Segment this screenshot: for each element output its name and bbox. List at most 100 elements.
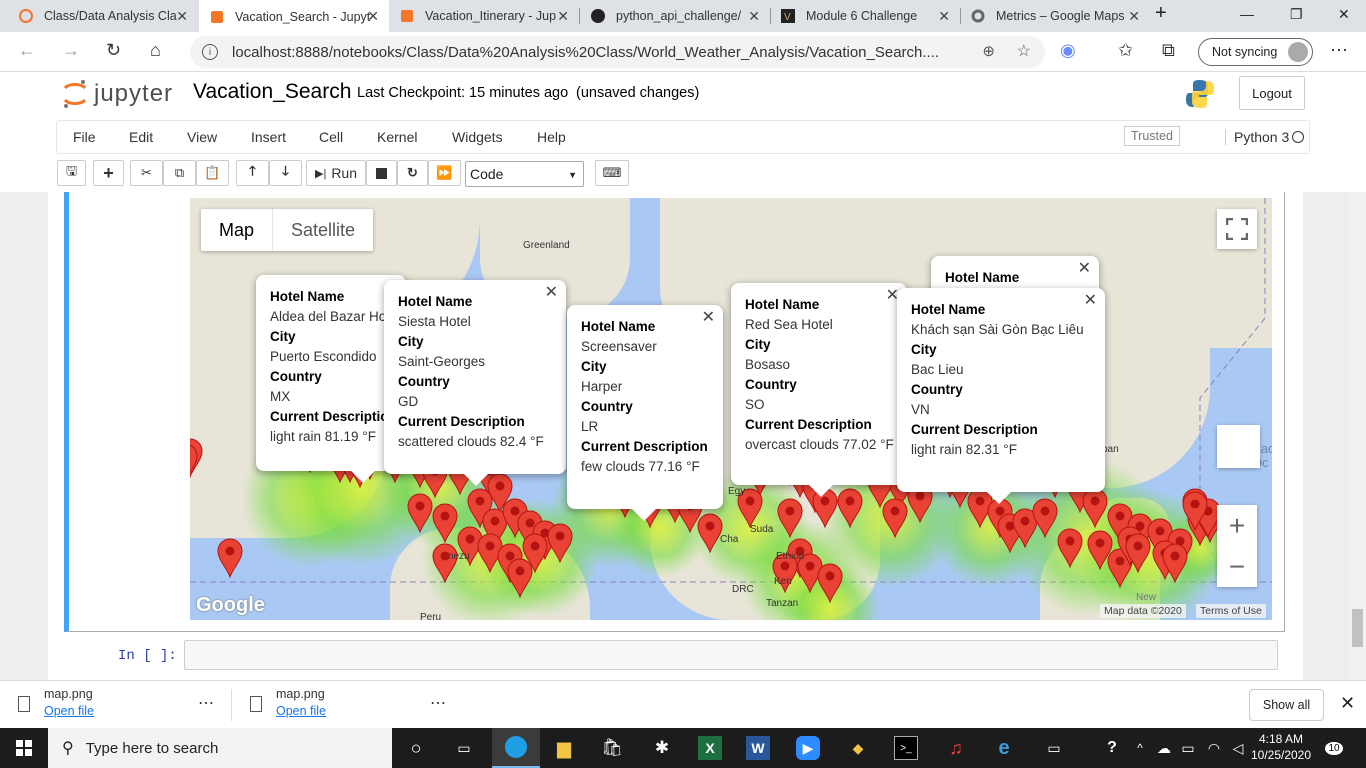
scrollbar-thumb[interactable]	[1352, 609, 1363, 647]
close-icon[interactable]: ✕	[545, 283, 558, 303]
file-explorer-icon[interactable]: ▆	[552, 736, 576, 760]
tab-vacation-itinerary[interactable]: Vacation_Itinerary - Jup ✕	[389, 0, 579, 32]
more-options-icon[interactable]: ⋯	[198, 693, 214, 713]
menu-widgets[interactable]: Widgets	[452, 129, 503, 145]
extension-icon[interactable]: ◉	[1060, 40, 1076, 61]
back-arrow-icon[interactable]: ←	[18, 40, 36, 61]
save-button[interactable]: 🖫	[57, 160, 86, 186]
map-marker-icon[interactable]	[432, 543, 458, 584]
tab-class-data-analysis[interactable]: Class/Data Analysis Cla ✕	[8, 0, 198, 32]
terms-of-use-link[interactable]: Terms of Use	[1196, 604, 1266, 618]
cut-button[interactable]: ✂	[130, 160, 163, 186]
wifi-icon[interactable]: ◠	[1202, 736, 1226, 760]
zoom-app-icon[interactable]: ▶	[796, 736, 820, 760]
move-down-button[interactable]: 🡓	[269, 160, 302, 186]
menu-edit[interactable]: Edit	[129, 129, 153, 145]
tab-module-6-challenge[interactable]: V Module 6 Challenge ✕	[770, 0, 960, 32]
map-marker-icon[interactable]	[1162, 543, 1188, 584]
google-map[interactable]: Greenland Egy Suda Cha Ethiop Ken DRC Ta…	[190, 198, 1272, 620]
map-marker-icon[interactable]	[190, 443, 198, 483]
map-marker-icon[interactable]	[507, 558, 533, 599]
map-marker-icon[interactable]	[1057, 528, 1083, 569]
tab-python-api-challenge[interactable]: python_api_challenge/ ✕	[580, 0, 770, 32]
battery-icon[interactable]: ▭	[1176, 736, 1200, 760]
notebook-name[interactable]: Vacation_Search	[193, 80, 351, 104]
menu-file[interactable]: File	[73, 129, 96, 145]
copy-button[interactable]: ⧉	[163, 160, 196, 186]
more-options-icon[interactable]: ⋯	[430, 693, 446, 713]
zoom-icon[interactable]: ⊕	[982, 42, 995, 60]
download-item[interactable]: map.png Open file ⋯	[250, 687, 446, 718]
close-icon[interactable]: ✕	[557, 8, 569, 25]
map-marker-icon[interactable]	[432, 503, 458, 544]
menu-view[interactable]: View	[187, 129, 217, 145]
menu-insert[interactable]: Insert	[251, 129, 286, 145]
close-icon[interactable]: ✕	[367, 8, 379, 25]
menu-help[interactable]: Help	[537, 129, 566, 145]
street-view-pegman[interactable]	[1217, 425, 1260, 468]
tab-vacation-search[interactable]: Vacation_Search - Jupyt ✕	[199, 0, 389, 33]
cortana-icon[interactable]: ○	[404, 736, 428, 760]
interrupt-button[interactable]	[366, 160, 397, 186]
paste-button[interactable]: 📋	[196, 160, 229, 186]
store-icon[interactable]: 🛍	[600, 736, 624, 760]
chevron-up-icon[interactable]: ^	[1128, 736, 1152, 760]
notification-center-icon[interactable]: 10	[1322, 736, 1346, 760]
map-marker-icon[interactable]	[777, 498, 803, 539]
favorites-icon[interactable]: ✩	[1118, 40, 1133, 61]
tab-metrics-google-maps[interactable]: Metrics – Google Maps ✕	[960, 0, 1150, 32]
cell-type-select[interactable]: Code ▼	[465, 161, 584, 187]
fullscreen-button[interactable]	[1217, 209, 1257, 249]
map-marker-icon[interactable]	[1125, 533, 1151, 574]
system-clock[interactable]: 4:18 AM 10/25/2020	[1250, 731, 1312, 763]
map-marker-icon[interactable]	[817, 563, 843, 604]
map-marker-icon[interactable]	[407, 493, 433, 534]
map-marker-icon[interactable]	[1032, 498, 1058, 539]
terminal-icon[interactable]: >_	[894, 736, 918, 760]
page-scrollbar[interactable]	[1349, 192, 1366, 680]
reload-icon[interactable]: ↻	[106, 40, 121, 61]
map-marker-icon[interactable]	[217, 538, 243, 579]
excel-icon[interactable]: X	[698, 736, 722, 760]
close-icon[interactable]: ✕	[176, 8, 188, 25]
map-marker-icon[interactable]	[1082, 488, 1108, 529]
edge-browser-icon[interactable]	[492, 728, 540, 768]
task-view-icon[interactable]: ▭	[452, 736, 476, 760]
onedrive-icon[interactable]: ☁	[1152, 736, 1176, 760]
zoom-out-button[interactable]: −	[1217, 546, 1257, 587]
download-item[interactable]: map.png Open file ⋯	[18, 687, 214, 718]
insert-cell-button[interactable]: +	[93, 160, 124, 186]
command-palette-button[interactable]: ⌨	[595, 160, 629, 186]
open-file-link[interactable]: Open file	[44, 704, 94, 718]
menu-cell[interactable]: Cell	[319, 129, 343, 145]
move-up-button[interactable]: 🡑	[236, 160, 269, 186]
map-type-satellite-button[interactable]: Satellite	[272, 209, 373, 251]
zoom-in-button[interactable]: +	[1217, 505, 1257, 546]
taskbar-search-box[interactable]: ⚲ Type here to search	[48, 728, 392, 768]
map-type-map-button[interactable]: Map	[201, 209, 272, 251]
python-icon[interactable]: ◆	[846, 736, 870, 760]
home-icon[interactable]: ⌂	[150, 40, 161, 61]
sync-button[interactable]: Not syncing	[1198, 38, 1313, 66]
close-icon[interactable]: ✕	[702, 308, 715, 328]
word-icon[interactable]: W	[746, 736, 770, 760]
restart-button[interactable]: ↻	[397, 160, 428, 186]
window-close-icon[interactable]: ✕	[1338, 6, 1350, 23]
slack-icon[interactable]: ✱	[650, 736, 674, 760]
close-icon[interactable]: ✕	[1340, 693, 1355, 714]
map-marker-icon[interactable]	[697, 513, 723, 554]
map-marker-icon[interactable]	[837, 488, 863, 529]
map-marker-icon[interactable]	[547, 523, 573, 564]
close-icon[interactable]: ✕	[1078, 259, 1091, 279]
jupyter-logo[interactable]: jupyter	[62, 78, 173, 110]
close-icon[interactable]: ✕	[1128, 8, 1140, 25]
close-icon[interactable]: ✕	[748, 8, 760, 25]
collections-icon[interactable]: ⧉	[1162, 40, 1175, 61]
show-all-button[interactable]: Show all	[1249, 689, 1324, 721]
close-icon[interactable]: ✕	[938, 8, 950, 25]
window-app-icon[interactable]: ▭	[1042, 736, 1066, 760]
google-logo[interactable]: Google	[196, 594, 265, 617]
logout-button[interactable]: Logout	[1239, 76, 1305, 110]
trusted-indicator[interactable]: Trusted	[1124, 126, 1180, 146]
menu-kernel[interactable]: Kernel	[377, 129, 417, 145]
